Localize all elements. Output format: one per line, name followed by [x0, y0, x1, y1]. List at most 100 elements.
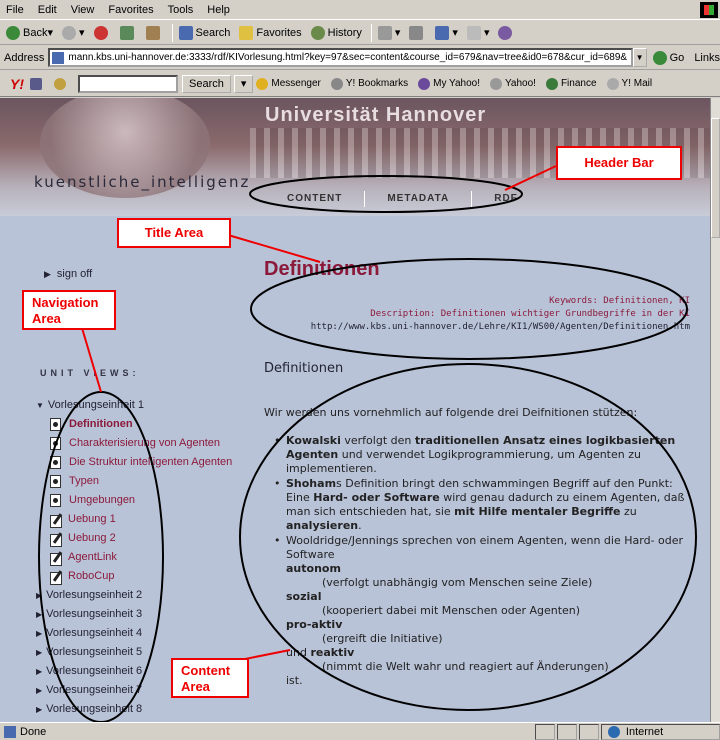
unit-label: Vorlesungseinheit 4 — [46, 627, 143, 639]
sign-off-link[interactable]: ▶ sign off — [44, 268, 92, 280]
unit-label: Vorlesungseinheit 7 — [46, 684, 143, 696]
sign-off-label: sign off — [56, 268, 93, 280]
text-fragment: zu — [620, 505, 637, 518]
term-sozial: sozial — [286, 590, 322, 603]
page-title: Definitionen — [264, 258, 380, 280]
tab-metadata[interactable]: METADATA — [365, 191, 473, 207]
my-yahoo-link[interactable]: My Yahoo! — [418, 77, 480, 90]
tree-item-label: Uebung 2 — [68, 532, 116, 544]
yahoo-search-dropdown[interactable]: ▾ — [233, 74, 254, 93]
source-url[interactable]: http://www.kbs.uni-hannover.de/Lehre/KI1… — [264, 321, 690, 334]
address-dropdown[interactable]: ▼ — [632, 48, 647, 67]
tree-unit-1[interactable]: ▼ Vorlesungseinheit 1 — [36, 396, 256, 415]
collapsed-arrow-icon: ▶ — [36, 667, 43, 676]
messenger-button[interactable] — [498, 25, 515, 40]
word-icon — [435, 25, 450, 40]
term-desc: (nimmt die Welt wahr und reagiert auf Än… — [322, 660, 609, 673]
menu-view[interactable]: View — [71, 4, 95, 16]
navigation-area-label: Navigation Area — [22, 290, 116, 330]
ymail-link[interactable]: Y! Mail — [606, 77, 653, 90]
stop-button[interactable] — [93, 25, 111, 40]
menu-tools[interactable]: Tools — [168, 4, 194, 16]
term-autonom: autonom — [286, 562, 341, 575]
home-button[interactable] — [145, 25, 163, 40]
tree-item-definitionen[interactable]: Definitionen — [36, 415, 256, 434]
refresh-button[interactable] — [119, 25, 137, 40]
title-area: Definitionen Keywords: Definitionen, KI … — [264, 258, 690, 334]
tree-item-label: Umgebungen — [69, 494, 136, 506]
menu-favorites[interactable]: Favorites — [108, 4, 153, 16]
tree-item-robocup[interactable]: RoboCup — [36, 567, 256, 586]
back-button[interactable]: Back ▾ — [6, 25, 53, 40]
go-arrow-icon — [652, 50, 667, 65]
tree-unit-8[interactable]: ▶ Vorlesungseinheit 8 — [36, 700, 256, 719]
term-shoham: Shoham — [286, 477, 337, 490]
history-button[interactable]: History — [310, 25, 362, 40]
yahoo-logo[interactable]: Y! — [10, 76, 24, 92]
web-page: Universität Hannover kuenstliche_intelli… — [0, 98, 710, 722]
list-item: Wooldridge/Jennings sprechen von einem A… — [274, 534, 694, 688]
text-fragment: Wooldridge/Jennings sprechen von einem A… — [286, 534, 684, 561]
zone-label: Internet — [625, 725, 664, 738]
go-button[interactable]: Go — [652, 50, 685, 65]
stop-icon — [93, 25, 108, 40]
document-icon — [50, 418, 61, 431]
status-text: Done — [0, 725, 535, 738]
tab-rdf[interactable]: RDF — [472, 191, 540, 207]
term-kowalski: Kowalski — [286, 434, 341, 447]
tree-item-agentlink[interactable]: AgentLink — [36, 548, 256, 567]
unit-views-heading: UNIT VIEWS: — [40, 368, 140, 378]
text-fragment: . — [358, 519, 362, 532]
address-input[interactable]: mann.kbs.uni-hannover.de:3333/rdf/KIVorl… — [48, 48, 633, 67]
tree-unit-2[interactable]: ▶ Vorlesungseinheit 2 — [36, 586, 256, 605]
status-cell — [579, 723, 599, 740]
go-label: Go — [669, 51, 685, 64]
yahoo-search-input[interactable] — [78, 74, 178, 93]
menu-file[interactable]: File — [6, 4, 24, 16]
tree-unit-4[interactable]: ▶ Vorlesungseinheit 4 — [36, 624, 256, 643]
yahoo-link[interactable]: Yahoo! — [490, 77, 536, 90]
tree-item-typen[interactable]: Typen — [36, 472, 256, 491]
gear-icon[interactable] — [54, 77, 69, 90]
unit-label: Vorlesungseinheit 2 — [46, 589, 143, 601]
discuss-button[interactable]: ▾ — [466, 25, 489, 40]
tree-item-charakterisierung[interactable]: Charakterisierung von Agenten — [36, 434, 256, 453]
tree-item-struktur[interactable]: Die Struktur intelligenten Agenten — [36, 453, 256, 472]
menu-edit[interactable]: Edit — [38, 4, 57, 16]
header-tabs: CONTENT METADATA RDF — [265, 191, 540, 207]
status-bar: Done Internet — [0, 722, 720, 740]
favorites-button[interactable]: Favorites — [239, 25, 302, 40]
pencil-icon[interactable] — [30, 77, 45, 90]
search-icon — [178, 25, 193, 40]
edit-button[interactable]: ▾ — [435, 25, 458, 40]
yahoo-icon — [490, 77, 502, 90]
yahoo-messenger-link[interactable]: Messenger — [256, 77, 321, 90]
back-arrow-icon — [6, 25, 20, 40]
tree-item-uebung-1[interactable]: Uebung 1 — [36, 510, 256, 529]
collapsed-arrow-icon: ▶ — [36, 686, 43, 695]
menu-help[interactable]: Help — [207, 4, 230, 16]
ymail-label: Y! Mail — [621, 78, 653, 89]
tab-content[interactable]: CONTENT — [265, 191, 366, 207]
unit-label: Vorlesungseinheit 8 — [46, 703, 143, 715]
finance-icon — [545, 77, 558, 90]
yahoo-search-button[interactable]: Search — [182, 74, 231, 93]
term-reaktiv-line: und reaktiv — [286, 646, 694, 660]
status-label: Done — [20, 725, 47, 738]
site-title: kuenstliche_intelligenz — [34, 173, 251, 191]
finance-link[interactable]: Finance — [545, 77, 597, 90]
tree-unit-3[interactable]: ▶ Vorlesungseinheit 3 — [36, 605, 256, 624]
tree-item-uebung-2[interactable]: Uebung 2 — [36, 529, 256, 548]
tree-item-umgebungen[interactable]: Umgebungen — [36, 491, 256, 510]
print-button[interactable] — [409, 25, 426, 40]
term-desc: (ergreift die Initiative) — [322, 632, 443, 645]
links-button[interactable]: Links — [694, 52, 720, 64]
forward-button[interactable]: ▾ — [62, 25, 85, 40]
list-item: Kowalski verfolgt den traditionellen Ans… — [274, 434, 694, 476]
vertical-scrollbar[interactable] — [710, 98, 720, 722]
search-button[interactable]: Search — [178, 25, 230, 40]
mail-button[interactable]: ▾ — [377, 25, 400, 40]
section-title: Definitionen — [264, 361, 344, 376]
scrollbar-thumb[interactable] — [711, 118, 720, 238]
yahoo-bookmarks-link[interactable]: Y! Bookmarks — [330, 77, 408, 90]
